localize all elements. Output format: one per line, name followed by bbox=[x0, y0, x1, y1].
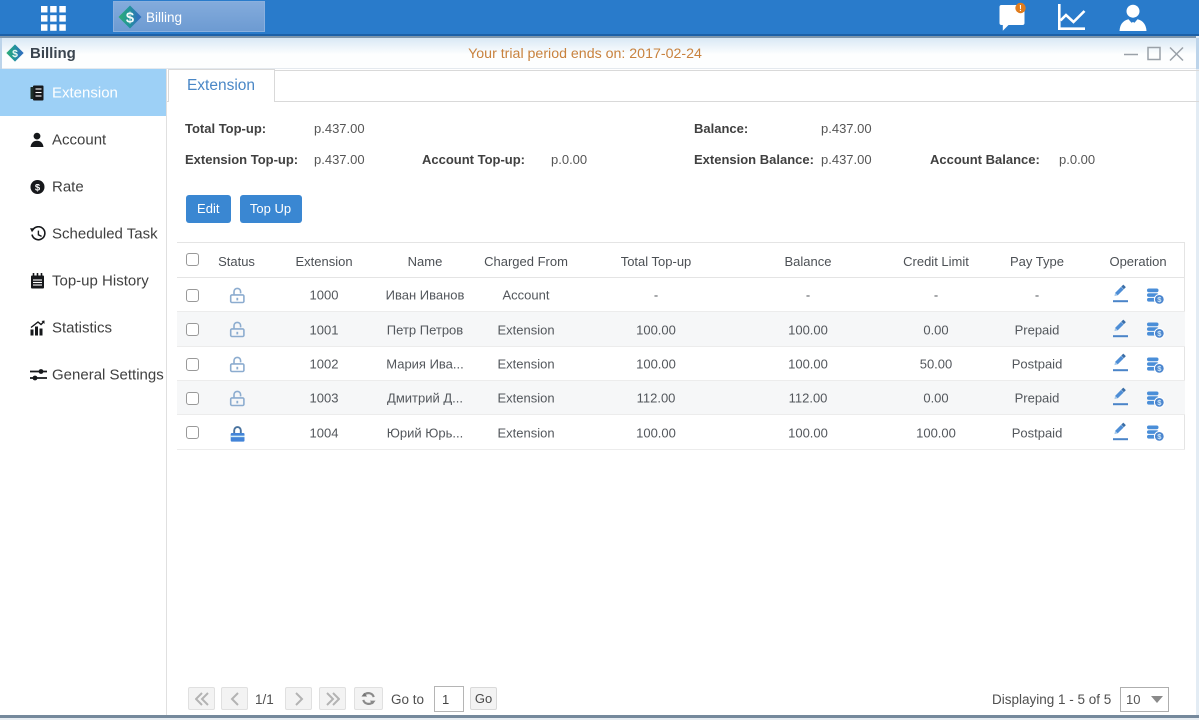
svg-text:$: $ bbox=[126, 10, 134, 26]
svg-text:!: ! bbox=[1019, 4, 1022, 13]
svg-text:$: $ bbox=[12, 49, 18, 60]
svg-text:$: $ bbox=[35, 182, 41, 193]
